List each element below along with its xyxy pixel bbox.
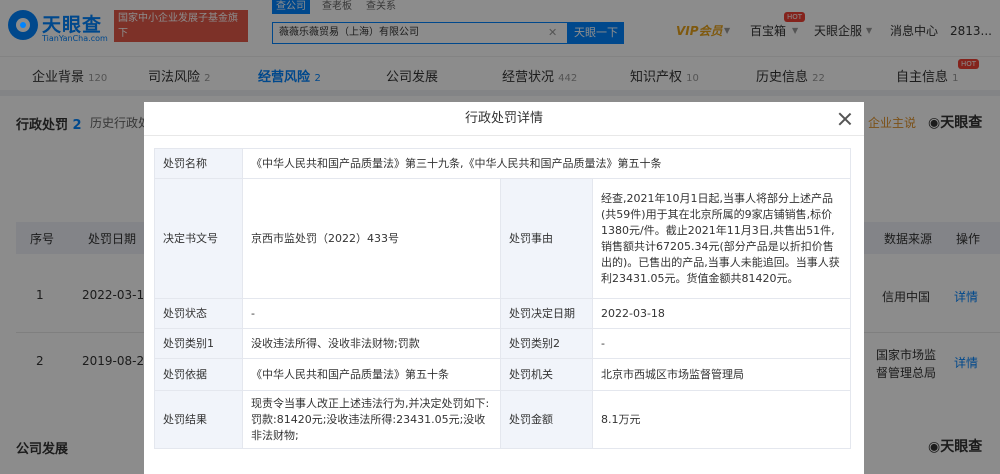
- penalty-status-value: -: [242, 298, 501, 329]
- penalty-name-label: 处罚名称: [154, 148, 243, 179]
- penalty-reason-label: 处罚事由: [500, 178, 593, 299]
- detail-row-result: 处罚结果 现责令当事人改正上述违法行为,并决定处罚如下:罚款:81420元;没收…: [154, 390, 851, 449]
- decision-date-value: 2022-03-18: [592, 298, 851, 329]
- penalty-type2-value: -: [592, 328, 851, 359]
- doc-number-label: 决定书文号: [154, 178, 243, 299]
- penalty-detail-table: 处罚名称 《中华人民共和国产品质量法》第三十九条,《中华人民共和国产品质量法》第…: [154, 148, 851, 449]
- penalty-type1-label: 处罚类别1: [154, 328, 243, 359]
- decision-date-label: 处罚决定日期: [500, 298, 593, 329]
- penalty-amount-value: 8.1万元: [592, 390, 851, 449]
- penalty-authority-value: 北京市西城区市场监督管理局: [592, 358, 851, 391]
- penalty-reason-value: 经查,2021年10月1日起,当事人将部分上述产品(共59件)用于其在北京所属的…: [592, 178, 851, 299]
- penalty-type2-label: 处罚类别2: [500, 328, 593, 359]
- close-icon[interactable]: [836, 110, 854, 128]
- penalty-status-label: 处罚状态: [154, 298, 243, 329]
- penalty-amount-label: 处罚金额: [500, 390, 593, 449]
- penalty-basis-value: 《中华人民共和国产品质量法》第五十条: [242, 358, 501, 391]
- detail-row-type: 处罚类别1 没收违法所得、没收非法财物;罚款 处罚类别2 -: [154, 328, 851, 359]
- penalty-detail-modal: 行政处罚详情 处罚名称 《中华人民共和国产品质量法》第三十九条,《中华人民共和国…: [144, 102, 864, 474]
- penalty-authority-label: 处罚机关: [500, 358, 593, 391]
- penalty-result-label: 处罚结果: [154, 390, 243, 449]
- penalty-name-value: 《中华人民共和国产品质量法》第三十九条,《中华人民共和国产品质量法》第五十条: [242, 148, 851, 179]
- penalty-type1-value: 没收违法所得、没收非法财物;罚款: [242, 328, 501, 359]
- penalty-basis-label: 处罚依据: [154, 358, 243, 391]
- detail-row-doc: 决定书文号 京西市监处罚（2022）433号 处罚事由 经查,2021年10月1…: [154, 178, 851, 299]
- modal-title: 行政处罚详情: [144, 102, 864, 136]
- detail-row-status: 处罚状态 - 处罚决定日期 2022-03-18: [154, 298, 851, 329]
- detail-row-name: 处罚名称 《中华人民共和国产品质量法》第三十九条,《中华人民共和国产品质量法》第…: [154, 148, 851, 179]
- detail-row-basis: 处罚依据 《中华人民共和国产品质量法》第五十条 处罚机关 北京市西城区市场监督管…: [154, 358, 851, 391]
- doc-number-value: 京西市监处罚（2022）433号: [242, 178, 501, 299]
- penalty-result-value: 现责令当事人改正上述违法行为,并决定处罚如下:罚款:81420元;没收违法所得:…: [242, 390, 501, 449]
